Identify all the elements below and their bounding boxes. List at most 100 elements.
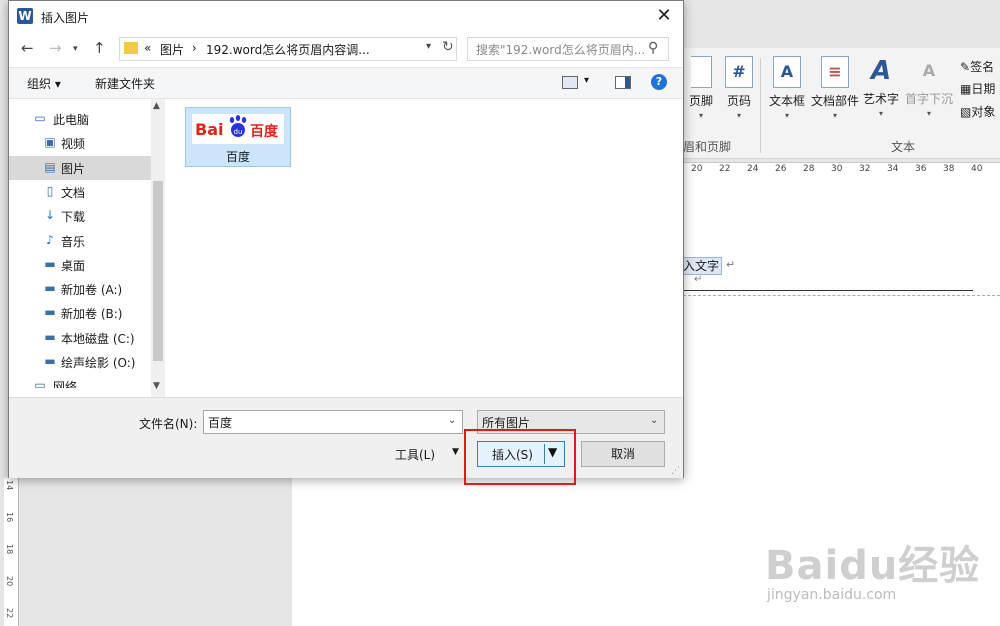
vertical-ruler: 14 16 18 20 22 <box>4 478 19 626</box>
chevron-down-icon: ⌄ <box>650 415 659 426</box>
object-label: 对象 <box>971 105 996 119</box>
text-box-button[interactable]: A 文本框 ▾ <box>765 56 809 120</box>
chevron-down-icon[interactable]: ▾ <box>426 41 431 52</box>
forward-arrow-icon[interactable]: → <box>49 39 62 57</box>
nav-item[interactable]: ▯ 文档 <box>9 180 151 204</box>
filename-value: 百度 <box>208 416 233 430</box>
chevron-down-icon[interactable]: ▼ <box>452 447 459 457</box>
recent-locations-icon[interactable]: ▾ <box>73 44 78 54</box>
ruler-tick-label: 28 <box>803 164 815 174</box>
wordart-button[interactable]: A 艺术字 ▾ <box>861 56 901 118</box>
pictures-icon: ▤ <box>44 159 56 174</box>
back-arrow-icon[interactable]: ← <box>21 39 34 57</box>
drop-cap-button[interactable]: A 首字下沉 ▾ <box>903 56 955 118</box>
address-overflow[interactable]: « <box>144 41 151 55</box>
drop-cap-label: 首字下沉 <box>904 92 953 106</box>
nav-item-label: 本地磁盘 (C:) <box>61 331 135 346</box>
filename-label: 文件名(N): <box>139 417 198 431</box>
up-arrow-icon[interactable]: ↑ <box>93 39 106 57</box>
ruler-tick-label: 20 <box>691 164 703 174</box>
preview-pane-icon[interactable] <box>615 76 631 89</box>
dialog-titlebar: W 插入图片 ✕ <box>9 1 683 33</box>
word-ribbon: 页脚 ▾ # 页码 ▾ A 文本框 ▾ ≡ 文档部件 ▾ A 艺术字 ▾ A 首… <box>683 48 1000 159</box>
header-underline <box>680 290 973 291</box>
help-icon[interactable]: ? <box>651 74 667 90</box>
svg-text:du: du <box>234 128 243 136</box>
search-input[interactable]: 搜索"192.word怎么将页眉内... ⚲ <box>467 37 669 61</box>
logo-text-baidu-cn: 百度 <box>250 124 278 140</box>
nav-item-label: 下载 <box>61 210 86 225</box>
nav-item[interactable]: ▤ 图片 <box>9 155 151 180</box>
drive-icon: ▬ <box>44 281 56 296</box>
search-icon[interactable]: ⚲ <box>648 40 658 56</box>
nav-item[interactable]: ▬ 本地磁盘 (C:) <box>9 326 151 350</box>
signature-icon: ✎ <box>960 60 971 74</box>
new-folder-button[interactable]: 新建文件夹 <box>95 75 155 92</box>
resize-grip-icon[interactable]: ⋰ <box>671 466 680 476</box>
nav-item-label: 新加卷 (A:) <box>61 283 123 298</box>
nav-item-label: 网络 <box>53 380 78 389</box>
close-button[interactable]: ✕ <box>649 3 679 29</box>
nav-item-label: 此电脑 <box>53 113 90 127</box>
change-view-icon[interactable] <box>562 76 578 89</box>
desktop-icon: ▬ <box>44 256 56 271</box>
quick-parts-button[interactable]: ≡ 文档部件 ▾ <box>809 56 861 120</box>
nav-item[interactable]: ▭ 网络 <box>9 374 151 389</box>
scrollbar-thumb[interactable] <box>153 181 163 361</box>
nav-item[interactable]: ▬ 新加卷 (B:) <box>9 301 151 325</box>
breadcrumb-pictures[interactable]: 图片 <box>160 41 184 58</box>
footer-icon <box>690 56 712 88</box>
watermark-title: Baidu经验 <box>765 543 981 589</box>
signature-line-button[interactable]: ✎签名 <box>960 58 994 75</box>
nav-scrollbar[interactable]: ▲ ▼ <box>151 99 165 397</box>
address-row: ← → ▾ ↑ « 图片 › 192.word怎么将页眉内容调... ▾ ↻ 搜… <box>9 35 683 63</box>
vruler-tick-label: 22 <box>5 608 14 619</box>
organize-menu[interactable]: 组织 ▾ <box>27 75 61 92</box>
dialog-footer: 文件名(N): 百度 ⌄ 所有图片 ⌄ 工具(L) ▼ 插入(S) ▼ 取消 ⋰ <box>9 397 683 478</box>
nav-item-label: 音乐 <box>61 234 86 249</box>
nav-item-label: 桌面 <box>61 258 86 273</box>
vruler-tick-label: 20 <box>5 576 14 587</box>
nav-item[interactable]: ▬ 绘声绘影 (O:) <box>9 350 151 374</box>
chevron-down-icon[interactable]: ⌄ <box>448 415 456 426</box>
filename-input[interactable]: 百度 ⌄ <box>203 410 463 434</box>
page-number-button[interactable]: # 页码 ▾ <box>719 56 759 120</box>
video-icon: ▣ <box>44 135 56 150</box>
scroll-up-icon[interactable]: ▲ <box>153 101 160 111</box>
header-boundary-dashed <box>683 295 1000 296</box>
cancel-button[interactable]: 取消 <box>581 441 665 467</box>
nav-item[interactable]: ↓ 下载 <box>9 204 151 228</box>
nav-item-label: 绘声绘影 (O:) <box>61 356 136 370</box>
paragraph-mark: ↵ <box>694 274 703 285</box>
vruler-tick-label: 18 <box>5 544 14 555</box>
drive-c-icon: ▬ <box>44 329 56 344</box>
ruler-tick-label: 38 <box>943 164 955 174</box>
breadcrumb-separator: › <box>192 41 197 55</box>
nav-item-label: 新加卷 (B:) <box>61 307 123 322</box>
chevron-down-icon: ▾ <box>926 109 931 118</box>
nav-item[interactable]: ♪ 音乐 <box>9 229 151 253</box>
tools-menu[interactable]: 工具(L) <box>395 446 435 463</box>
nav-item[interactable]: ▬ 桌面 <box>9 253 151 277</box>
chevron-down-icon: ▾ <box>698 111 703 120</box>
file-item-baidu[interactable]: Bai du 百度 百度 <box>185 107 291 167</box>
scroll-down-icon[interactable]: ▼ <box>153 381 160 391</box>
nav-item[interactable]: ▭ 此电脑 <box>9 107 151 131</box>
baidu-jingyan-watermark: Baidu经验 jingyan.baidu.com <box>735 515 995 615</box>
object-button[interactable]: ▧对象 <box>960 103 995 120</box>
navigation-pane: ▭ 此电脑 ▣ 视频 ▤ 图片 ▯ 文档 ↓ 下载 ♪ 音乐 ▬ 桌面 ▬ 新加卷 (A:) ▬ 新加卷 (B:)… <box>9 99 165 397</box>
nav-item[interactable]: ▣ 视频 <box>9 131 151 155</box>
refresh-icon[interactable]: ↻ <box>442 39 454 55</box>
chevron-down-icon: ▾ <box>878 109 883 118</box>
footer-button[interactable]: 页脚 ▾ <box>683 56 719 120</box>
chevron-down-icon[interactable]: ▾ <box>584 75 589 86</box>
header-text-selection[interactable]: 入文字 <box>680 257 723 275</box>
chevron-down-icon: ▾ <box>736 111 741 120</box>
paragraph-mark: ↵ <box>726 258 736 271</box>
breadcrumb-folder[interactable]: 192.word怎么将页眉内容调... <box>206 41 370 58</box>
nav-item[interactable]: ▬ 新加卷 (A:) <box>9 277 151 301</box>
nav-item-label: 图片 <box>61 161 86 176</box>
logo-text-bai: Bai <box>195 120 224 139</box>
date-time-button[interactable]: ▦日期 <box>960 80 995 97</box>
address-bar[interactable]: « 图片 › 192.word怎么将页眉内容调... ▾ ↻ <box>119 37 457 61</box>
